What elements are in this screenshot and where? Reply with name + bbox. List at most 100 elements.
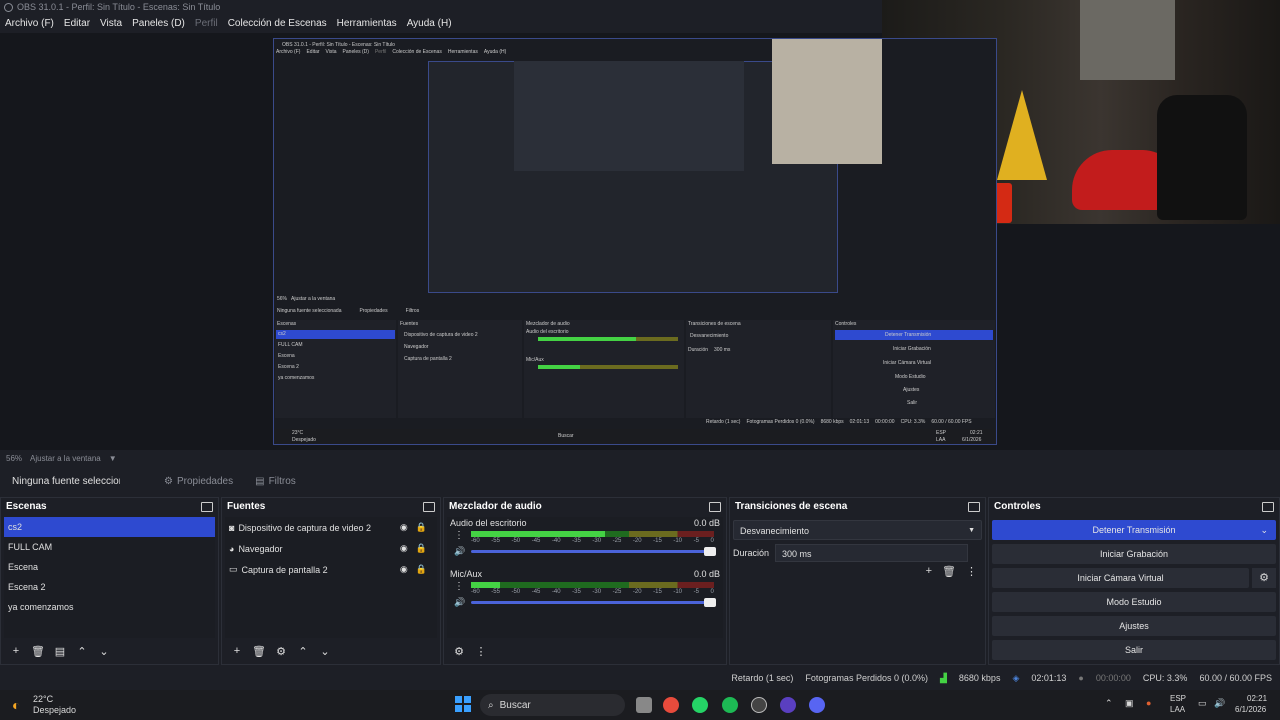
- settings-button[interactable]: Ajustes: [992, 616, 1276, 636]
- menu-archivo[interactable]: Archivo (F): [0, 15, 59, 33]
- monitor-icon: ▭: [229, 564, 238, 574]
- add-icon[interactable]: +: [926, 565, 932, 578]
- menu-coleccion-escenas[interactable]: Colección de Escenas: [223, 15, 332, 33]
- stop-streaming-button[interactable]: Detener Transmisión ⌄: [992, 520, 1276, 540]
- filters-button[interactable]: ▤ Filtros: [247, 470, 304, 492]
- chevron-up-icon[interactable]: ⌃: [1105, 698, 1113, 709]
- volume-slider[interactable]: [471, 598, 716, 607]
- input-language[interactable]: ESP: [1170, 694, 1186, 703]
- menu-editar[interactable]: Editar: [59, 15, 95, 33]
- fit-to-window[interactable]: Ajustar a la ventana: [30, 454, 101, 463]
- nested-source-item: Dispositivo de captura de video 2: [404, 332, 478, 338]
- undock-icon[interactable]: [709, 502, 721, 512]
- source-list: ◙ Dispositivo de captura de video 2 ◉ 🔒 ◕…: [225, 517, 437, 638]
- discord-icon[interactable]: [809, 697, 825, 713]
- eye-icon[interactable]: ◉: [400, 564, 408, 575]
- slider-knob[interactable]: [704, 598, 716, 607]
- network-icon[interactable]: ▭: [1198, 698, 1207, 709]
- undock-icon[interactable]: [201, 502, 213, 512]
- whatsapp-icon[interactable]: [692, 697, 708, 713]
- nested-menu-item: Herramientas: [447, 49, 478, 55]
- obs-logo-icon: [4, 3, 13, 12]
- dock-header: Controles: [989, 498, 1279, 516]
- nested-menu-item: Colección de Escenas: [392, 49, 442, 55]
- lock-icon[interactable]: 🔒: [416, 522, 427, 533]
- source-item[interactable]: ◙ Dispositivo de captura de video 2 ◉ 🔒: [225, 517, 437, 538]
- taskbar-search[interactable]: ⌕ Buscar: [480, 694, 625, 716]
- windows-start-icon[interactable]: [455, 696, 471, 712]
- dock-header: Mezclador de audio: [444, 498, 726, 516]
- task-view-icon[interactable]: [636, 697, 652, 713]
- virtual-camera-settings-gear-icon[interactable]: ⚙: [1252, 568, 1276, 588]
- undock-icon[interactable]: [423, 502, 435, 512]
- gear-icon[interactable]: ⚙: [451, 643, 467, 659]
- undock-icon[interactable]: [1262, 502, 1274, 512]
- spotify-icon[interactable]: [722, 697, 738, 713]
- source-item[interactable]: ◕ Navegador ◉ 🔒: [225, 538, 437, 559]
- volume-slider[interactable]: [471, 547, 716, 556]
- scene-item[interactable]: FULL CAM: [4, 537, 215, 557]
- scene-item[interactable]: Escena 2: [4, 577, 215, 597]
- kebab-menu-icon[interactable]: ⋮: [454, 581, 464, 592]
- trash-icon[interactable]: 🗑: [251, 643, 267, 659]
- studio-mode-button[interactable]: Modo Estudio: [992, 592, 1276, 612]
- arrow-down-icon[interactable]: ⌄: [317, 643, 333, 659]
- exit-button[interactable]: Salir: [992, 640, 1276, 660]
- arrow-up-icon[interactable]: ⌃: [74, 643, 90, 659]
- scale-tick: -45: [531, 538, 541, 544]
- kebab-menu-icon[interactable]: ⋮: [473, 643, 489, 659]
- transition-select[interactable]: Desvanecimiento ▼: [733, 520, 982, 540]
- arrow-up-icon[interactable]: ⌃: [295, 643, 311, 659]
- scene-item[interactable]: ya comenzamos: [4, 597, 215, 617]
- nested-transition: Desvanecimiento: [690, 333, 729, 339]
- chrome-icon[interactable]: [663, 697, 679, 713]
- gear-icon[interactable]: ⚙: [273, 643, 289, 659]
- speaker-icon[interactable]: 🔊: [454, 597, 465, 608]
- nested-dock-title: Controles: [835, 321, 857, 327]
- eye-icon[interactable]: ◉: [400, 543, 408, 554]
- mixer-tracks: Audio del escritorio 0.0 dB ⋮ -60 -55 -50 -4…: [447, 517, 723, 638]
- chevron-down-icon[interactable]: ⌄: [1260, 520, 1268, 540]
- clock-date[interactable]: 6/1/2026: [1235, 705, 1266, 714]
- temperature: 22°C: [33, 694, 54, 704]
- speaker-icon[interactable]: 🔊: [454, 546, 465, 557]
- scale-tick: -60: [471, 589, 480, 595]
- lock-icon[interactable]: 🔒: [416, 543, 427, 554]
- start-virtual-camera-button[interactable]: Iniciar Cámara Virtual: [992, 568, 1249, 588]
- scale-tick: -10: [673, 589, 683, 595]
- add-icon[interactable]: +: [8, 643, 24, 659]
- eye-icon[interactable]: ◉: [400, 522, 408, 533]
- obs-icon[interactable]: [780, 697, 796, 713]
- source-item[interactable]: ▭ Captura de pantalla 2 ◉ 🔒: [225, 559, 437, 580]
- kebab-menu-icon[interactable]: ⋮: [966, 565, 977, 578]
- steam-icon[interactable]: [751, 697, 767, 713]
- menu-ayuda[interactable]: Ayuda (H): [402, 15, 457, 33]
- scene-item[interactable]: Escena: [4, 557, 215, 577]
- keyboard-layout[interactable]: LAA: [1170, 705, 1185, 714]
- menu-paneles[interactable]: Paneles (D): [127, 15, 190, 33]
- chevron-down-icon[interactable]: ▼: [109, 454, 117, 463]
- nested-obs-preview: OBS 31.0.1 - Perfil: Sin Título - Escena…: [273, 38, 997, 445]
- start-recording-button[interactable]: Iniciar Grabación: [992, 544, 1276, 564]
- trash-icon[interactable]: 🗑: [942, 565, 956, 578]
- volume-icon[interactable]: 🔊: [1214, 698, 1225, 709]
- kebab-menu-icon[interactable]: ⋮: [454, 530, 464, 541]
- arrow-down-icon[interactable]: ⌄: [96, 643, 112, 659]
- lock-icon[interactable]: 🔒: [416, 564, 427, 575]
- scene-item[interactable]: cs2: [4, 517, 215, 537]
- scale-tick: -50: [511, 589, 521, 595]
- add-icon[interactable]: +: [229, 643, 245, 659]
- menu-vista[interactable]: Vista: [95, 15, 127, 33]
- filter-icon[interactable]: ▤: [52, 643, 68, 659]
- properties-button[interactable]: ⚙ Propiedades: [156, 470, 241, 492]
- trash-icon[interactable]: 🗑: [30, 643, 46, 659]
- microphone-icon[interactable]: ●: [1146, 698, 1151, 708]
- nested-menu-item: Editar: [306, 49, 320, 55]
- tray-icon[interactable]: ▣: [1125, 698, 1134, 709]
- undock-icon[interactable]: [968, 502, 980, 512]
- duration-input[interactable]: 300 ms: [775, 544, 968, 562]
- slider-knob[interactable]: [704, 547, 716, 556]
- menu-herramientas[interactable]: Herramientas: [332, 15, 402, 33]
- menu-bar: Archivo (F) Editar Vista Paneles (D) Per…: [0, 15, 880, 33]
- clock-time[interactable]: 02:21: [1247, 694, 1267, 703]
